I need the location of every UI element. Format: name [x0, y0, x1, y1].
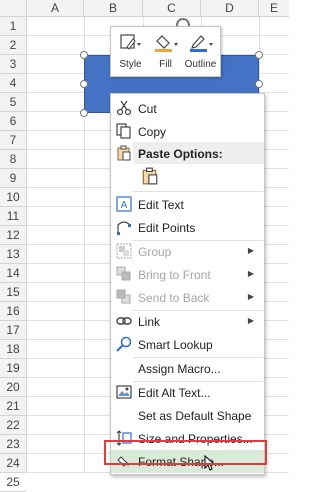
row-header[interactable]: 18 [0, 340, 26, 359]
menu-item-send-to-back[interactable]: Send to Back ▶ [111, 286, 264, 309]
search-icon [116, 336, 132, 352]
menu-label: Set as Default Shape [138, 409, 252, 423]
menu-item-edit-points[interactable]: Edit Points [111, 216, 264, 239]
menu-item-edit-text[interactable]: A Edit Text [111, 193, 264, 216]
clipboard-icon [117, 145, 131, 161]
row-header[interactable]: 15 [0, 283, 26, 302]
menu-label: Cut [138, 102, 157, 116]
context-menu: Cut Copy Paste Options: A Edit Text Edit… [110, 93, 265, 475]
outline-button[interactable]: Outline [183, 29, 218, 73]
row-header[interactable]: 5 [0, 93, 26, 112]
highlight-annotation-box [104, 440, 267, 465]
row-header[interactable]: 19 [0, 359, 26, 378]
column-header-a[interactable]: A [27, 0, 84, 16]
scissors-icon [116, 100, 132, 116]
row-header[interactable]: 21 [0, 397, 26, 416]
menu-item-cut[interactable]: Cut [111, 97, 264, 120]
alt-text-icon [116, 385, 132, 399]
style-button[interactable]: Style [113, 29, 148, 73]
row-header[interactable]: 10 [0, 188, 26, 207]
menu-label: Link [138, 315, 161, 329]
row-header[interactable]: 12 [0, 226, 26, 245]
menu-label: Smart Lookup [138, 338, 213, 352]
row-header[interactable]: 2 [0, 36, 26, 55]
menu-item-smart-lookup[interactable]: Smart Lookup [111, 333, 264, 356]
link-icon [116, 317, 132, 325]
paste-option-row [111, 165, 264, 188]
submenu-arrow-icon: ▶ [247, 316, 254, 325]
row-header[interactable]: 11 [0, 207, 26, 226]
svg-text:A: A [121, 200, 128, 211]
menu-item-assign-macro[interactable]: Assign Macro... [111, 357, 264, 380]
bring-to-front-icon [116, 266, 131, 281]
outline-label: Outline [184, 59, 217, 70]
column-header-d[interactable]: D [201, 0, 259, 16]
menu-item-group[interactable]: Group ▶ [111, 240, 264, 263]
row-header[interactable]: 4 [0, 74, 26, 93]
copy-icon [116, 123, 131, 139]
row-header[interactable]: 13 [0, 245, 26, 264]
paste-options-header: Paste Options: [133, 142, 264, 164]
menu-label: Send to Back [138, 291, 210, 305]
menu-separator [133, 191, 263, 192]
row-header[interactable]: 17 [0, 321, 26, 340]
shape-style-icon [120, 34, 141, 50]
menu-item-link[interactable]: Link ▶ [111, 310, 264, 333]
row-header[interactable]: 20 [0, 378, 26, 397]
paste-clipboard-icon[interactable] [141, 167, 159, 185]
row-header[interactable]: 9 [0, 169, 26, 188]
send-to-back-icon [116, 289, 131, 304]
menu-item-copy[interactable]: Copy [111, 120, 264, 143]
menu-item-edit-alt-text[interactable]: Edit Alt Text... [111, 381, 264, 404]
column-header-e[interactable]: E [259, 0, 289, 16]
paste-options-label: Paste Options: [138, 147, 223, 161]
submenu-arrow-icon: ▶ [247, 269, 254, 278]
menu-item-set-default-shape[interactable]: Set as Default Shape [111, 404, 264, 427]
edit-points-icon [117, 221, 131, 235]
paint-bucket-icon [155, 35, 178, 52]
menu-label: Edit Text [138, 198, 184, 212]
menu-label: Group [138, 245, 172, 259]
menu-item-bring-to-front[interactable]: Bring to Front ▶ [111, 263, 264, 286]
fill-button[interactable]: Fill [148, 29, 183, 73]
style-label: Style [119, 59, 142, 70]
row-header[interactable]: 6 [0, 112, 26, 131]
resize-handle-left[interactable] [80, 80, 88, 88]
menu-label: Bring to Front [138, 268, 211, 282]
pen-outline-icon [190, 35, 213, 52]
row-header-bar: 1 2 3 4 5 6 7 8 9 10 11 12 13 14 15 16 1… [0, 17, 27, 492]
row-header[interactable]: 16 [0, 302, 26, 321]
resize-handle-top-right[interactable] [255, 51, 263, 59]
row-header[interactable]: 7 [0, 131, 26, 150]
text-box-icon: A [116, 196, 132, 212]
row-header[interactable]: 3 [0, 55, 26, 74]
resize-handle-right[interactable] [255, 80, 263, 88]
row-header[interactable]: 1 [0, 17, 26, 36]
row-header[interactable]: 8 [0, 150, 26, 169]
row-header-overflow [0, 458, 26, 473]
column-header-bar: A B C D E [0, 0, 289, 17]
menu-label: Edit Points [138, 221, 196, 235]
submenu-arrow-icon: ▶ [247, 246, 254, 255]
column-header-b[interactable]: B [84, 0, 143, 16]
menu-label: Edit Alt Text... [138, 386, 211, 400]
resize-handle-top-left[interactable] [80, 51, 88, 59]
group-icon [116, 243, 132, 259]
row-header[interactable]: 25 [0, 473, 26, 492]
column-header-c[interactable]: C [143, 0, 201, 16]
resize-handle-bottom-left[interactable] [80, 109, 88, 117]
menu-label: Copy [138, 125, 167, 139]
select-all-corner[interactable] [0, 0, 27, 16]
row-header[interactable]: 14 [0, 264, 26, 283]
mini-toolbar: Style Fill Outline [110, 26, 221, 77]
submenu-arrow-icon: ▶ [247, 292, 254, 301]
row-header[interactable]: 22 [0, 416, 26, 435]
row-header[interactable]: 23 [0, 435, 26, 454]
fill-label: Fill [159, 59, 172, 70]
menu-label: Assign Macro... [138, 362, 221, 376]
